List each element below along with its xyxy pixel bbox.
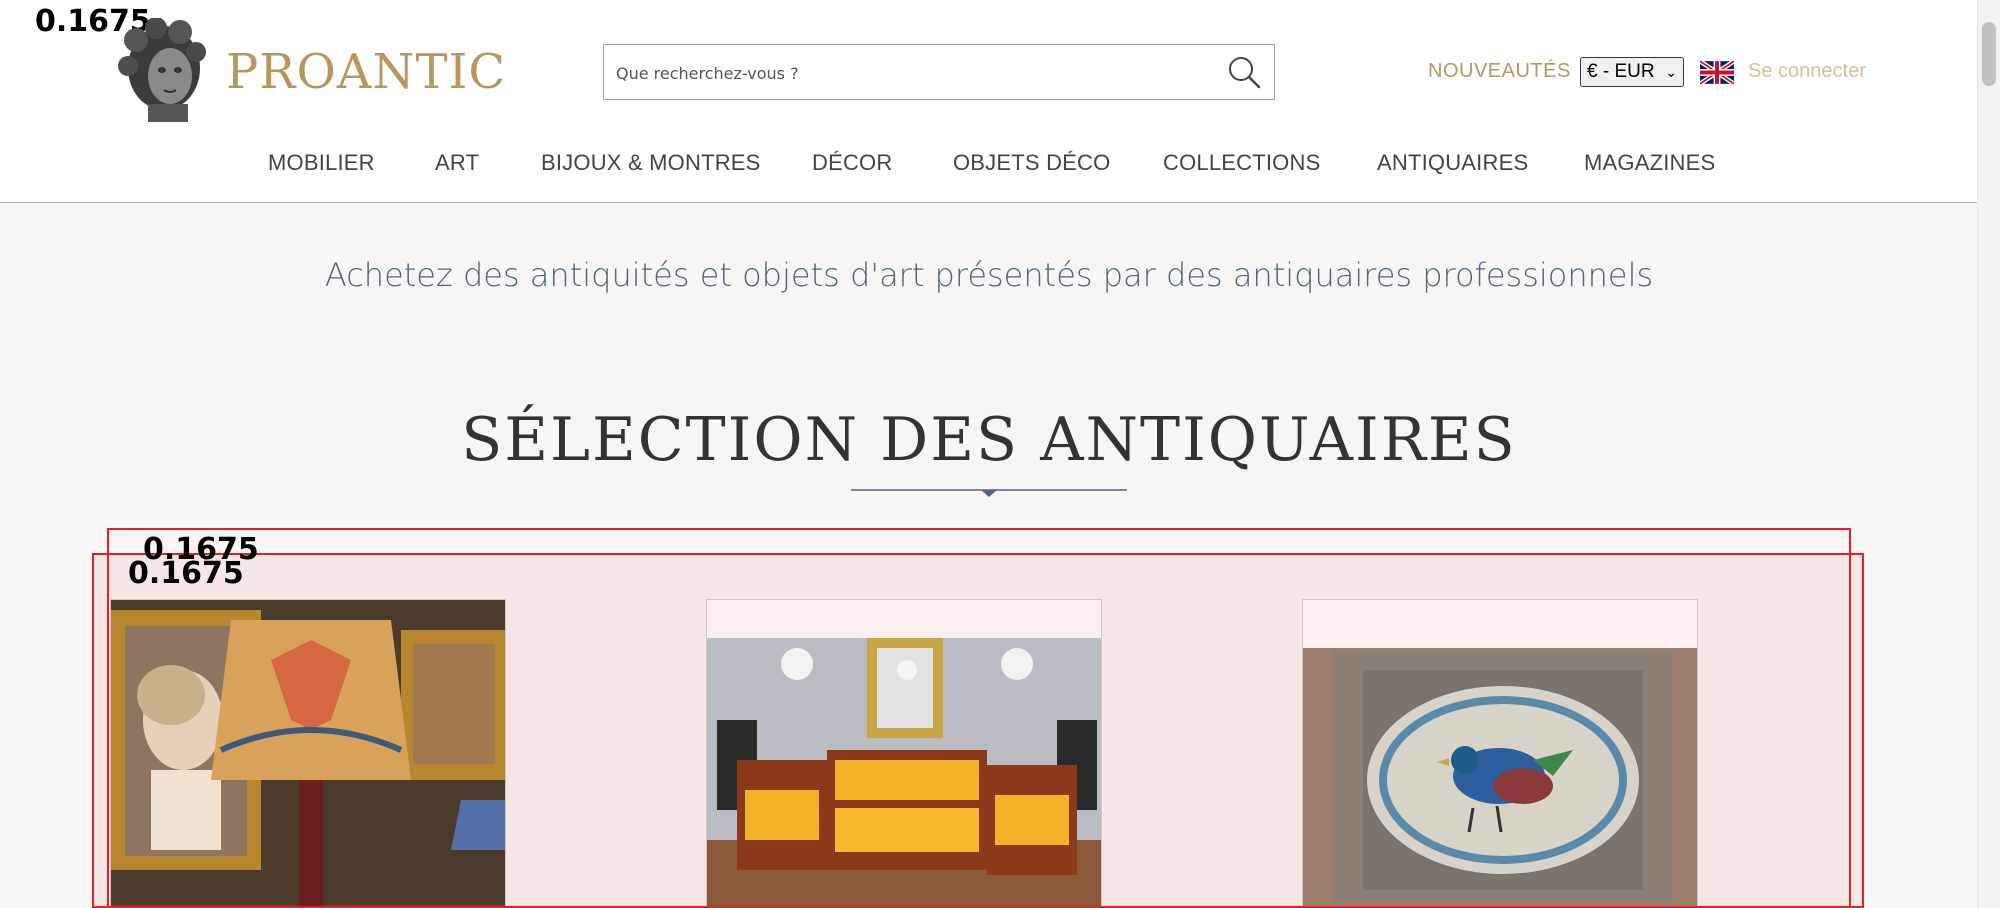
nav-item-bijoux-montres[interactable]: BIJOUX & MONTRES bbox=[541, 150, 761, 176]
nav-item-collections[interactable]: COLLECTIONS bbox=[1163, 150, 1320, 176]
card-bird-plate[interactable] bbox=[1302, 599, 1698, 908]
new-arrivals-link[interactable]: NOUVEAUTÉS bbox=[1428, 60, 1571, 83]
card-portrait-lamp[interactable] bbox=[110, 599, 506, 908]
nav-item-decor[interactable]: DÉCOR bbox=[812, 150, 892, 176]
page-scrollbar[interactable] bbox=[1977, 0, 2000, 908]
nav-item-objets-deco[interactable]: OBJETS DÉCO bbox=[953, 150, 1110, 176]
logo-text[interactable]: PROANTIC bbox=[226, 44, 506, 100]
product-image-portrait-lamp bbox=[111, 600, 505, 907]
card-empire-salon[interactable] bbox=[706, 599, 1102, 908]
title-divider bbox=[851, 489, 1127, 497]
search-box bbox=[603, 44, 1275, 100]
overlay-score-b: 0.1675 bbox=[128, 556, 244, 591]
product-image-empire-salon bbox=[707, 600, 1101, 907]
site-header: 0.1675 PROANTIC NOUVEAUTÉS € - EUR ⌄ Se … bbox=[0, 0, 1978, 203]
search-input[interactable] bbox=[614, 53, 1198, 93]
nav-item-antiquaires[interactable]: ANTIQUAIRES bbox=[1377, 150, 1528, 176]
uk-flag-icon[interactable] bbox=[1700, 60, 1734, 85]
scroll-thumb[interactable] bbox=[1982, 22, 1996, 86]
product-image-bird-plate bbox=[1303, 600, 1697, 907]
search-icon[interactable] bbox=[1226, 54, 1262, 90]
currency-value: € - EUR bbox=[1587, 61, 1655, 82]
section-title: SÉLECTION DES ANTIQUAIRES bbox=[461, 405, 1517, 475]
main-nav: MOBILIER ART BIJOUX & MONTRES DÉCOR OBJE… bbox=[0, 146, 1978, 180]
chevron-down-icon: ⌄ bbox=[1665, 64, 1677, 80]
nav-item-art[interactable]: ART bbox=[435, 150, 479, 176]
currency-select[interactable]: € - EUR ⌄ bbox=[1580, 57, 1684, 87]
login-link[interactable]: Se connecter bbox=[1748, 60, 1866, 83]
nav-item-mobilier[interactable]: MOBILIER bbox=[268, 150, 375, 176]
tagline: Achetez des antiquités et objets d'art p… bbox=[324, 256, 1654, 294]
logo-bust-icon[interactable] bbox=[114, 18, 210, 124]
nav-item-magazines[interactable]: MAGAZINES bbox=[1584, 150, 1715, 176]
